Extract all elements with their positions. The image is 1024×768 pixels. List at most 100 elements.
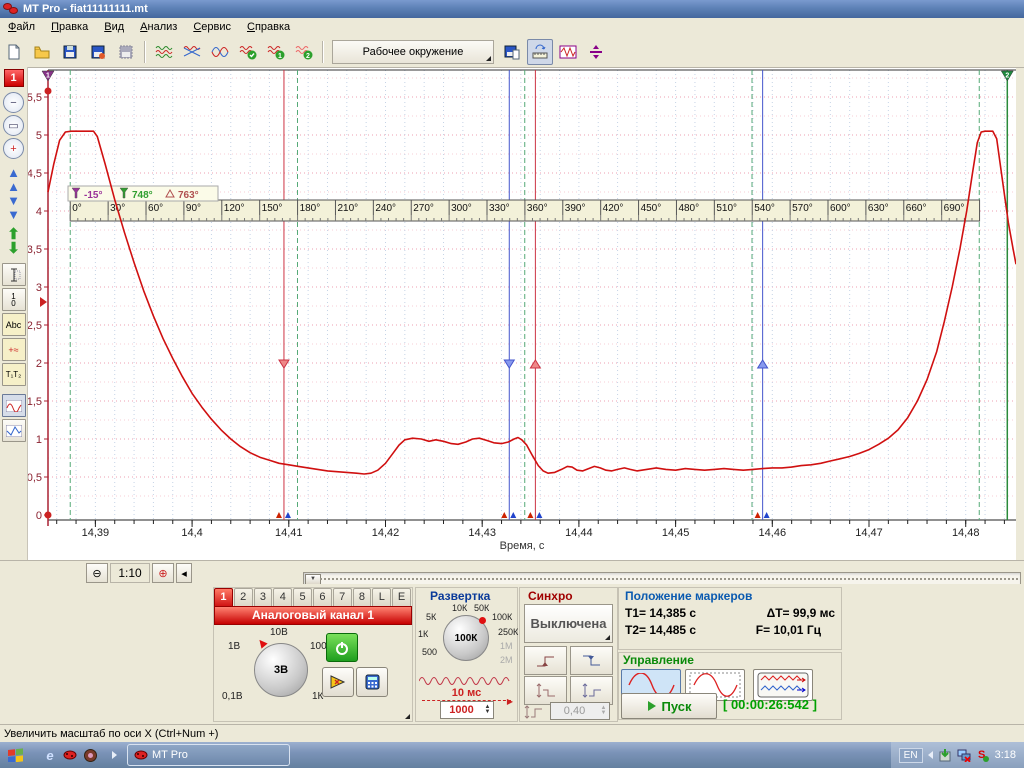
knob-label-10v: 10В bbox=[270, 627, 288, 638]
sweep-view-button[interactable] bbox=[555, 39, 581, 65]
blue-marker-0-triangle[interactable] bbox=[504, 360, 514, 368]
tray-s-icon[interactable]: S bbox=[976, 748, 990, 762]
dropdown-corner-icon bbox=[486, 56, 491, 61]
save-as-button[interactable] bbox=[85, 39, 111, 65]
overlay-waves-button[interactable] bbox=[179, 39, 205, 65]
blue-marker-1-triangle[interactable] bbox=[758, 360, 768, 368]
channel-tab-5[interactable]: 5 bbox=[293, 588, 312, 606]
move-up-icon[interactable]: ▲ bbox=[7, 166, 20, 180]
oscilloscope-chart[interactable]: 14,3914,414,4114,4214,4314,4414,4514,461… bbox=[28, 68, 1016, 560]
sync-threshold-button[interactable] bbox=[522, 704, 546, 720]
channel-tab-1[interactable]: 1 bbox=[214, 588, 233, 606]
open-file-button[interactable] bbox=[29, 39, 55, 65]
menu-item-1[interactable]: Правка bbox=[43, 19, 96, 35]
tooltip-delta-value: 763° bbox=[178, 190, 199, 201]
ruler-degree-label: 240° bbox=[375, 203, 396, 214]
next-screen-icon[interactable]: ⬇ bbox=[7, 242, 20, 256]
analog-view-button[interactable] bbox=[2, 394, 26, 417]
workspace-dropdown[interactable]: Рабочее окружение bbox=[332, 40, 494, 64]
y-axis-zero-dot[interactable] bbox=[45, 512, 52, 519]
red-marker-0-triangle[interactable] bbox=[279, 360, 289, 368]
channel-tab-E[interactable]: E bbox=[392, 588, 411, 606]
fit-scale-button[interactable]: ▭ bbox=[3, 115, 24, 136]
scroll-left-button[interactable]: ◂ bbox=[176, 563, 192, 583]
abc-label: Abc bbox=[6, 320, 22, 330]
channel-tab-7[interactable]: 7 bbox=[333, 588, 352, 606]
y-tick-label: 3,5 bbox=[28, 244, 42, 256]
ground-level-marker[interactable] bbox=[40, 297, 47, 307]
sync-rising-edge-button[interactable] bbox=[524, 646, 567, 675]
fit-vertical-button[interactable] bbox=[583, 39, 609, 65]
blue-marker-1-base-flag-red[interactable] bbox=[755, 512, 761, 518]
rate-stepper-icon[interactable]: ▲▼ bbox=[482, 705, 493, 715]
quicklaunch-app-icon[interactable] bbox=[82, 747, 98, 763]
time-markers-button[interactable]: Т₁Т₂ bbox=[2, 363, 26, 386]
channel-corner-icon[interactable] bbox=[405, 714, 410, 719]
zoom-in-y-button[interactable]: + bbox=[3, 138, 24, 159]
chart-surface[interactable]: 14,3914,414,4114,4214,4314,4414,4514,461… bbox=[28, 68, 1016, 560]
rate-spinner[interactable]: 1000 ▲▼ bbox=[440, 701, 494, 719]
move-down-icon[interactable]: ▼ bbox=[7, 208, 20, 222]
new-file-button[interactable] bbox=[1, 39, 27, 65]
red-marker-1-base-flag-red[interactable] bbox=[527, 512, 533, 518]
blue-marker-1-base-flag-blue[interactable] bbox=[764, 512, 770, 518]
voltage-knob[interactable]: 3В bbox=[254, 643, 308, 697]
taskbar-task-button[interactable]: MT Pro bbox=[127, 744, 290, 766]
tray-network-icon[interactable] bbox=[957, 748, 971, 762]
tray-disk-icon[interactable] bbox=[938, 748, 952, 762]
red-marker-1-triangle[interactable] bbox=[530, 360, 540, 368]
menu-item-3[interactable]: Анализ bbox=[132, 19, 185, 35]
red-marker-0-base-flag-blue[interactable] bbox=[285, 512, 291, 518]
menu-item-5[interactable]: Справка bbox=[239, 19, 298, 35]
channel-tab-3[interactable]: 3 bbox=[254, 588, 273, 606]
logic-levels-button[interactable]: 10 bbox=[2, 288, 26, 311]
toolbar-separator bbox=[322, 41, 324, 63]
y-axis-top-dot[interactable] bbox=[45, 88, 52, 95]
math-channel-button[interactable]: +≈ bbox=[2, 338, 26, 361]
waves-screen2-button[interactable]: 2 bbox=[291, 39, 317, 65]
ruler-degree-label: 630° bbox=[868, 203, 889, 214]
x-zoom-out-button[interactable]: ⊖ bbox=[86, 563, 108, 583]
sync-level-low-button[interactable] bbox=[524, 676, 567, 705]
start-button[interactable]: Пуск bbox=[621, 693, 717, 719]
save-fragment-button[interactable] bbox=[113, 39, 139, 65]
language-indicator[interactable]: EN bbox=[899, 748, 923, 763]
menu-item-0[interactable]: Файл bbox=[0, 19, 43, 35]
show-all-waves-button[interactable] bbox=[151, 39, 177, 65]
secondary-view-button[interactable] bbox=[2, 419, 26, 442]
waves-screen1-button[interactable]: 1 bbox=[263, 39, 289, 65]
channel-tab-2[interactable]: 2 bbox=[234, 588, 253, 606]
tray-collapse-icon[interactable] bbox=[928, 751, 933, 759]
blue-marker-0-base-flag-red[interactable] bbox=[501, 512, 507, 518]
red-marker-0-base-flag-red[interactable] bbox=[276, 512, 282, 518]
start-button-icon[interactable] bbox=[8, 747, 24, 763]
blue-marker-0-base-flag-blue[interactable] bbox=[510, 512, 516, 518]
save-workspace-button[interactable] bbox=[499, 39, 525, 65]
cursor-tool-button[interactable] bbox=[2, 263, 26, 286]
quicklaunch-mtpro-icon[interactable] bbox=[62, 747, 78, 763]
compare-waves-button[interactable] bbox=[207, 39, 233, 65]
channel-tab-L[interactable]: L bbox=[372, 588, 391, 606]
save-button[interactable] bbox=[57, 39, 83, 65]
channel-tab-6[interactable]: 6 bbox=[313, 588, 332, 606]
channel-tab-4[interactable]: 4 bbox=[273, 588, 292, 606]
zoom-out-y-button[interactable]: − bbox=[3, 92, 24, 113]
labels-tool-button[interactable]: Abc bbox=[2, 313, 26, 336]
quicklaunch-ie-icon[interactable]: e bbox=[42, 747, 58, 763]
x-zoom-in-button[interactable]: ⊕ bbox=[152, 563, 174, 583]
quicklaunch-expand-icon[interactable] bbox=[112, 751, 117, 759]
menu-item-4[interactable]: Сервис bbox=[185, 19, 239, 35]
sync-level-high-button[interactable] bbox=[570, 676, 613, 705]
move-center-icon[interactable]: ▲▼ bbox=[7, 180, 20, 208]
waves-accept-button[interactable] bbox=[235, 39, 261, 65]
red-marker-1-base-flag-blue[interactable] bbox=[536, 512, 542, 518]
sync-mode-dropdown[interactable]: Выключена bbox=[524, 604, 613, 643]
degree-ruler-toggle-button[interactable] bbox=[527, 39, 553, 65]
channel-power-button[interactable] bbox=[326, 633, 358, 662]
channel-probe-button[interactable] bbox=[322, 667, 354, 697]
menu-item-2[interactable]: Вид bbox=[96, 19, 132, 35]
sync-falling-edge-button[interactable] bbox=[570, 646, 613, 675]
channel-tab-8[interactable]: 8 bbox=[353, 588, 372, 606]
channel-calculator-button[interactable] bbox=[356, 667, 388, 697]
channel-banner: Аналоговый канал 1 bbox=[214, 606, 412, 625]
